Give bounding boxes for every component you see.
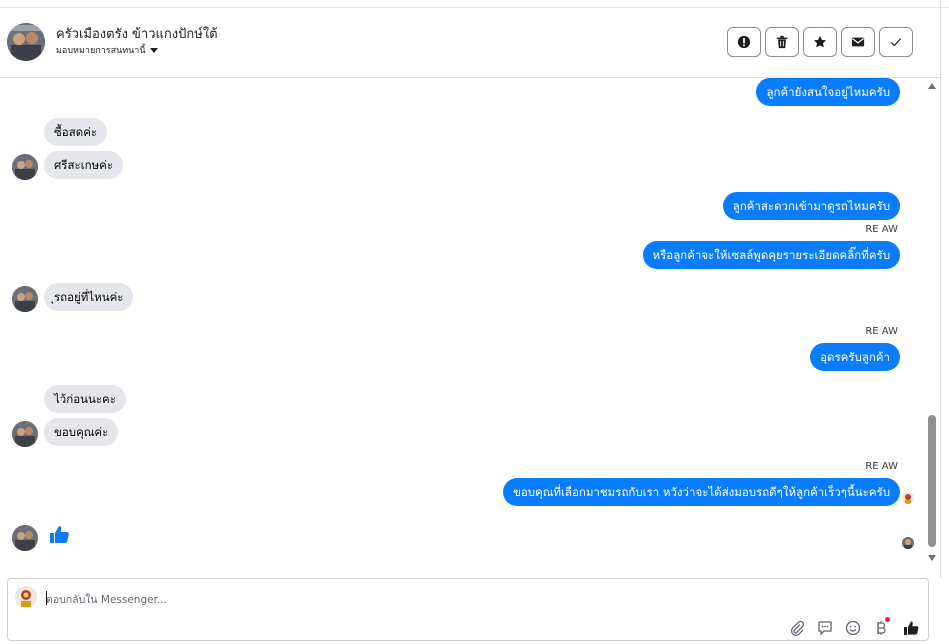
assign-conversation[interactable]: มอบหมายการสนทนานี้ (56, 43, 158, 57)
chat-bubble-icon (818, 621, 832, 636)
message-incoming: ศรีสะเกษค่ะ (44, 151, 124, 179)
top-border (0, 0, 949, 8)
page-avatar-small (15, 586, 37, 608)
thread-scrollbar[interactable] (926, 79, 938, 576)
message-outgoing: อุดรครับลูกค้า (810, 343, 900, 371)
sender-name: RE AW (865, 224, 898, 235)
envelope-icon (851, 37, 865, 47)
thumbs-up-icon (904, 621, 919, 635)
page-title[interactable]: ครัวเมืองตรัง ข้าวแกงปักษ์ใต้ (56, 23, 218, 44)
customer-avatar[interactable] (12, 154, 38, 180)
spam-button[interactable] (727, 27, 761, 57)
caret-down-icon (149, 47, 158, 53)
notification-dot (885, 617, 890, 622)
sender-name: RE AW (865, 461, 898, 472)
saved-replies-button[interactable] (816, 619, 834, 637)
baht-icon (877, 621, 886, 635)
customer-avatar[interactable] (12, 286, 38, 312)
attach-button[interactable] (788, 619, 806, 637)
scroll-up-icon[interactable] (928, 83, 936, 89)
message-incoming: ซื้อสดค่ะ (44, 118, 108, 146)
customer-avatar[interactable] (12, 525, 38, 551)
scroll-thumb[interactable] (928, 415, 936, 547)
message-incoming: ุรถอยู่ที่ไหนค่ะ (44, 283, 134, 311)
page-avatar[interactable] (7, 23, 45, 61)
paperclip-icon (790, 620, 805, 636)
payment-button[interactable] (872, 617, 890, 637)
message-incoming: ขอบคุณค่ะ (44, 418, 119, 446)
reply-input[interactable] (46, 592, 446, 608)
smiley-icon (845, 620, 861, 636)
message-outgoing: ลูกค้ายังสนใจอยู่ไหมครับ (756, 78, 900, 106)
star-button[interactable] (803, 27, 837, 57)
mark-unread-button[interactable] (841, 27, 875, 57)
check-icon (890, 38, 902, 47)
scroll-down-icon[interactable] (928, 555, 936, 561)
assign-label: มอบหมายการสนทนานี้ (56, 46, 146, 56)
conversation-header: ครัวเมืองตรัง ข้าวแกงปักษ์ใต้ มอบหมายการ… (0, 8, 940, 78)
alert-icon (737, 35, 751, 49)
message-outgoing: หรือลูกค้าจะให้เซลล์พูดคุยรายระเอียดคลิ๊… (642, 241, 900, 269)
message-outgoing: ขอบคุณที่เลือกมาชมรถกับเรา หวังว่าจะได้ส… (502, 478, 900, 506)
message-thread: ลูกค้ายังสนใจอยู่ไหมครับ ซื้อสดค่ะ ศรีสะ… (0, 78, 925, 576)
mark-done-button[interactable] (879, 27, 913, 57)
message-outgoing: ลูกค้าสะดวกเข้ามาดูรถไหมครับ (722, 192, 900, 220)
trash-icon (776, 35, 788, 49)
thumbs-up-icon (50, 526, 69, 543)
seen-avatar (902, 537, 914, 549)
reply-composer (7, 578, 929, 641)
message-incoming: ไว้ก่อนนะคะ (44, 385, 126, 413)
delete-button[interactable] (765, 27, 799, 57)
customer-avatar[interactable] (12, 421, 38, 447)
seen-avatar (902, 492, 914, 504)
star-icon (813, 35, 827, 48)
panel-edge (940, 0, 941, 578)
send-like-button[interactable] (902, 619, 920, 637)
sender-name: RE AW (865, 326, 898, 337)
emoji-button[interactable] (844, 619, 862, 637)
